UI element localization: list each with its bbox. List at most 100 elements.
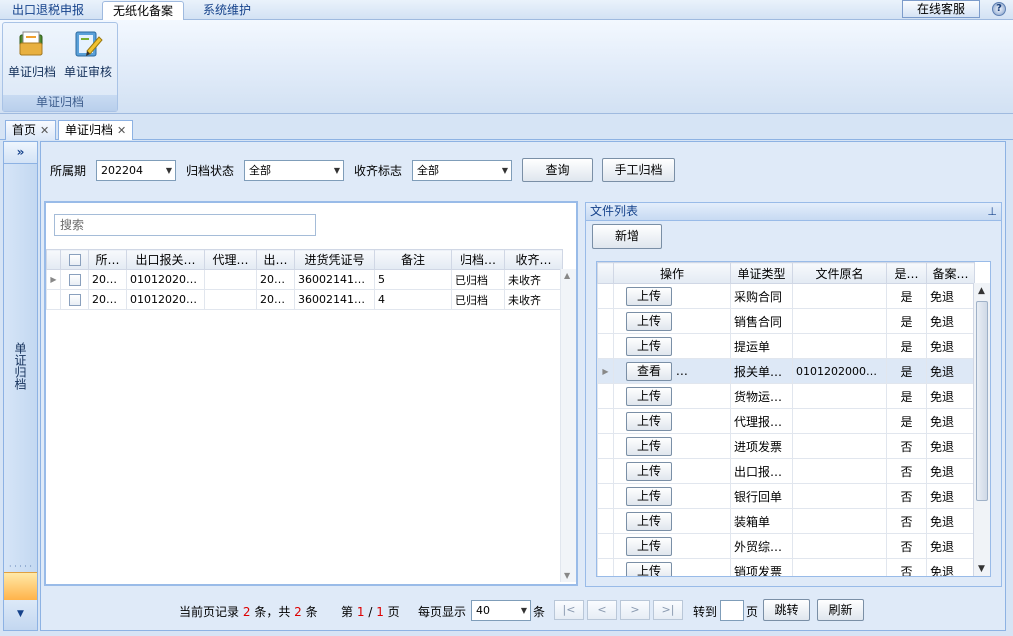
online-service-button[interactable]: 在线客服 <box>902 0 980 18</box>
upload-file-button[interactable]: 上传 <box>626 336 672 356</box>
archive-documents-label: 单证归档 <box>7 65 56 79</box>
close-icon[interactable]: ✕ <box>117 124 126 137</box>
doc-tab-archive[interactable]: 单证归档 ✕ <box>58 120 134 140</box>
table-row[interactable]: 20… 010120200… 20… 360021413… 4 已归档 未收齐 <box>46 289 563 310</box>
file-row[interactable]: 上传 进项发票 否免退 <box>597 433 975 459</box>
document-tabs: 首页 ✕ 单证归档 ✕ <box>0 118 1013 140</box>
period-select[interactable]: 202204 ▼ <box>96 160 176 181</box>
expand-sidebar-icon[interactable]: » <box>4 142 37 164</box>
upload-file-button[interactable]: 上传 <box>626 511 672 531</box>
file-row[interactable]: 上传 销售合同 是免退 <box>597 308 975 334</box>
add-file-button[interactable]: 新增 <box>592 224 662 249</box>
search-input[interactable]: 搜索 <box>54 214 316 236</box>
upload-file-button[interactable]: 上传 <box>626 386 672 406</box>
collect-flag-select[interactable]: 全部 ▼ <box>412 160 512 181</box>
file-list-scrollbar[interactable]: ▲ ▼ <box>973 283 990 576</box>
sidebar-more-icon[interactable]: ▼ <box>4 600 37 630</box>
help-icon[interactable]: ? <box>992 2 1006 16</box>
next-page-button[interactable]: > <box>620 600 650 620</box>
table-cell: 未收齐 <box>504 269 563 290</box>
archive-status-select[interactable]: 全部 ▼ <box>244 160 344 181</box>
scroll-down-icon[interactable]: ▼ <box>564 571 570 580</box>
column-header[interactable]: 归档… <box>451 249 505 270</box>
file-row[interactable]: 上传 外贸综… 否免退 <box>597 533 975 559</box>
file-row[interactable]: 上传 货物运… 是免退 <box>597 383 975 409</box>
first-page-button[interactable]: |< <box>554 600 584 620</box>
last-page-button[interactable]: >| <box>653 600 683 620</box>
sidebar-active-item[interactable] <box>4 572 37 600</box>
upload-file-button[interactable]: 上传 <box>626 486 672 506</box>
review-documents-button[interactable]: 单证审核 <box>60 25 116 85</box>
file-row[interactable]: 上传 出口报… 否免退 <box>597 458 975 484</box>
file-row[interactable]: 上传 提运单 是免退 <box>597 333 975 359</box>
records-scrollbar[interactable]: ▲ ▼ <box>560 269 576 582</box>
column-header[interactable]: 备案… <box>926 262 975 284</box>
file-cell-yes: 是 <box>886 283 927 309</box>
upload-file-button[interactable]: 上传 <box>626 311 672 331</box>
file-cell-yes: 否 <box>886 483 927 509</box>
upload-file-button[interactable]: 上传 <box>626 536 672 556</box>
upload-file-button[interactable]: 上传 <box>626 286 672 306</box>
column-header[interactable]: 进货凭证号 <box>294 249 375 270</box>
column-header[interactable]: 备注 <box>374 249 452 270</box>
upload-file-button[interactable]: 上传 <box>626 561 672 576</box>
table-row[interactable]: ▶ 20… 010120200… 20… 360021413… 5 已归档 未收… <box>46 269 563 290</box>
tab-paperless-filing[interactable]: 无纸化备案 <box>102 1 185 20</box>
tab-system-maintenance[interactable]: 系统维护 <box>193 1 261 20</box>
file-row[interactable]: ▶ 查看 删除 报关单… 010120200000… 是免退 <box>597 358 975 384</box>
table-cell: 20… <box>256 269 295 290</box>
file-row[interactable]: 上传 销项发票 否免退 <box>597 558 975 576</box>
column-header[interactable]: 出… <box>256 249 295 270</box>
table-cell: 已归档 <box>451 269 505 290</box>
column-header[interactable]: 所… <box>88 249 127 270</box>
upload-file-button[interactable]: 上传 <box>626 461 672 481</box>
scroll-down-icon[interactable]: ▼ <box>978 564 985 574</box>
tab-export-tax-declaration[interactable]: 出口退税申报 <box>2 1 94 20</box>
upload-file-button[interactable]: 上传 <box>626 436 672 456</box>
file-cell-mode: 免退 <box>926 333 975 359</box>
column-header[interactable]: 代理… <box>204 249 257 270</box>
file-actions: 上传 <box>613 483 731 509</box>
goto-page-input[interactable] <box>720 600 744 621</box>
file-row[interactable]: 上传 装箱单 否免退 <box>597 508 975 534</box>
prev-page-button[interactable]: < <box>587 600 617 620</box>
row-checkbox[interactable] <box>60 269 89 290</box>
row-checkbox[interactable] <box>60 289 89 310</box>
close-icon[interactable]: ✕ <box>40 124 49 137</box>
select-all-checkbox[interactable] <box>60 249 89 270</box>
upload-file-button[interactable]: 上传 <box>626 411 672 431</box>
file-row[interactable]: 上传 银行回单 否免退 <box>597 483 975 509</box>
archive-documents-button[interactable]: 单证归档 <box>4 25 60 85</box>
sidebar-grip-icon[interactable]: · · · · · <box>4 563 37 572</box>
column-header[interactable]: 单证类型 <box>730 262 793 284</box>
table-cell: 360021413… <box>294 289 375 310</box>
per-page-select[interactable]: 40 ▼ <box>471 600 531 621</box>
doc-tab-home[interactable]: 首页 ✕ <box>5 120 57 140</box>
period-label: 所属期 <box>50 164 87 178</box>
delete-file-button[interactable]: 删除 <box>681 361 728 381</box>
file-cell-type: 代理报… <box>730 408 793 434</box>
pin-icon[interactable]: ⊥ <box>987 203 997 220</box>
query-button[interactable]: 查询 <box>522 158 593 182</box>
column-header[interactable]: 是… <box>886 262 927 284</box>
column-header[interactable]: 文件原名 <box>792 262 887 284</box>
view-file-button[interactable]: 查看 <box>626 361 672 381</box>
manual-archive-button[interactable]: 手工归档 <box>602 158 675 182</box>
table-cell <box>204 269 257 290</box>
chevron-down-icon: ▼ <box>520 606 527 615</box>
column-header[interactable]: 操作 <box>613 262 731 284</box>
scrollbar-thumb[interactable] <box>976 301 988 501</box>
table-cell: 010120200… <box>126 269 205 290</box>
column-header[interactable]: 出口报关… <box>126 249 205 270</box>
scroll-up-icon[interactable]: ▲ <box>564 271 570 280</box>
column-header[interactable]: 收齐… <box>504 249 563 270</box>
jump-button[interactable]: 跳转 <box>763 599 810 621</box>
file-cell-type: 提运单 <box>730 333 793 359</box>
refresh-button[interactable]: 刷新 <box>817 599 864 621</box>
file-row[interactable]: 上传 代理报… 是免退 <box>597 408 975 434</box>
file-cell-mode: 免退 <box>926 558 975 576</box>
file-cell-name <box>792 383 887 409</box>
scroll-up-icon[interactable]: ▲ <box>978 286 985 296</box>
file-row[interactable]: 上传 采购合同 是免退 <box>597 283 975 309</box>
table-cell: 5 <box>374 269 452 290</box>
